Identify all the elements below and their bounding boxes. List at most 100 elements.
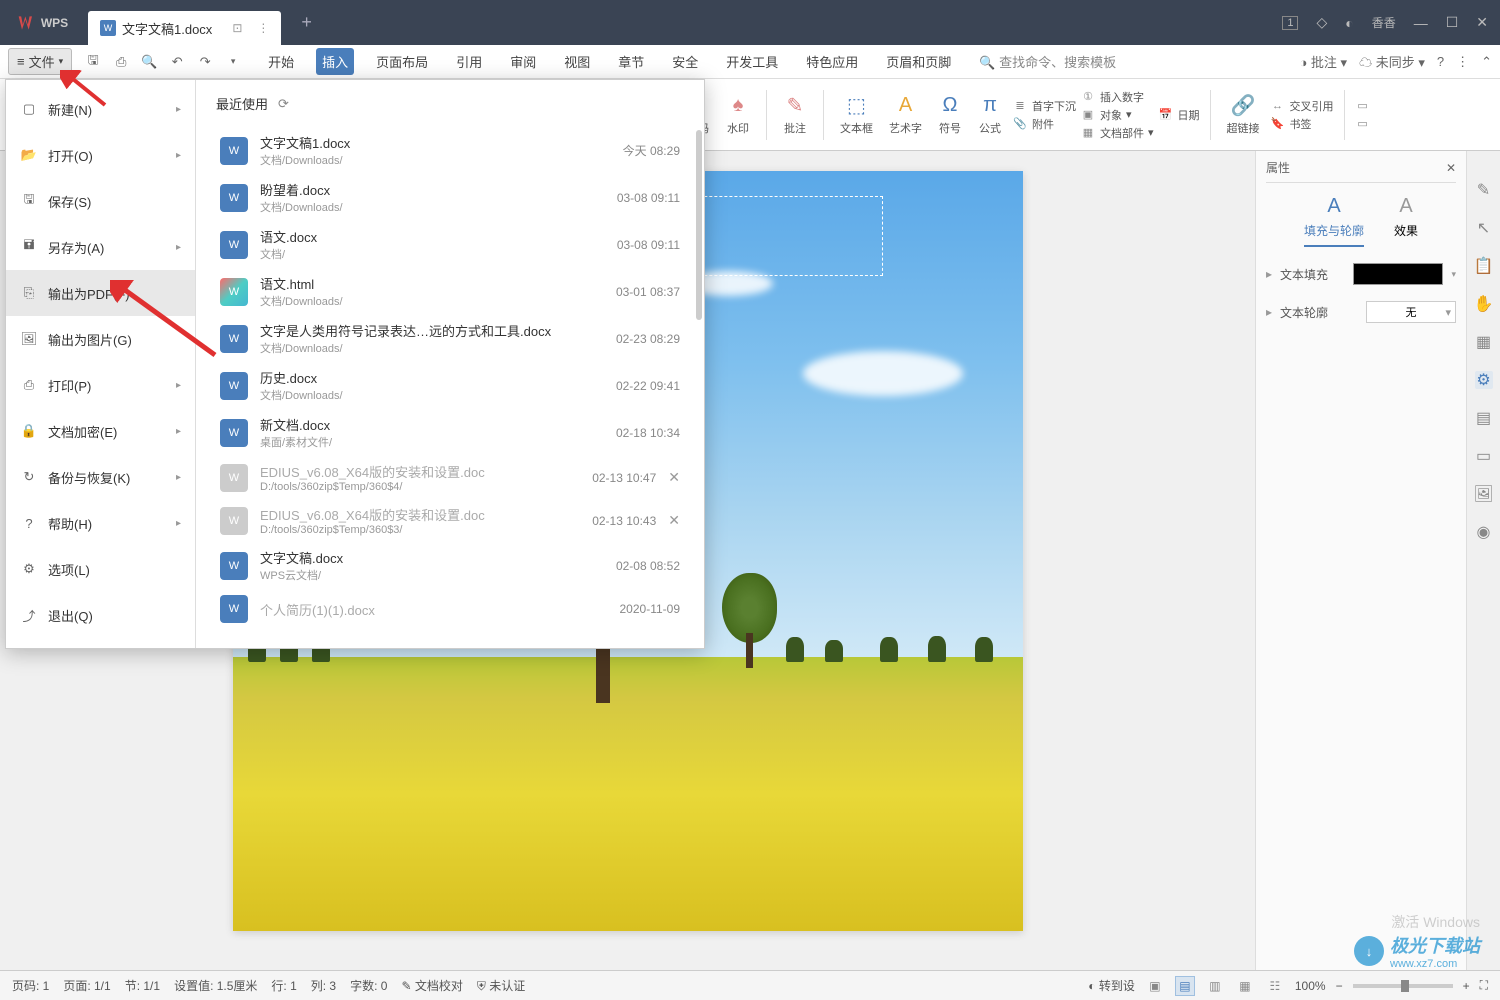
menu-layout[interactable]: 页面布局	[370, 48, 434, 75]
maximize-button[interactable]: ☐	[1446, 14, 1459, 31]
minimize-button[interactable]: —	[1414, 15, 1428, 31]
wps-logo[interactable]: WPS	[5, 7, 80, 39]
status-topic[interactable]: ◐ 转到设	[1088, 977, 1135, 994]
print-icon[interactable]: ⎙	[112, 53, 130, 71]
status-cert[interactable]: ⛨ 未认证	[477, 977, 525, 994]
recent-file-item[interactable]: WEDIUS_v6.08_X64版的安装和设置.docD:/tools/360z…	[216, 456, 684, 499]
recent-file-item[interactable]: W语文.docx文档/03-08 09:11	[216, 221, 684, 268]
ribbon-wordart[interactable]: A艺术字	[883, 92, 928, 138]
file-menu-item-exit[interactable]: ⤴退出(Q)	[6, 592, 195, 638]
recent-file-item[interactable]: W个人简历(1)(1).docx2020-11-09	[216, 589, 684, 629]
file-menu-item-settings[interactable]: ⚙选项(L)	[6, 546, 195, 592]
menu-view[interactable]: 视图	[558, 48, 596, 75]
tab-more-icon[interactable]: ⋮	[257, 21, 269, 35]
badge-icon[interactable]: 1	[1282, 16, 1298, 30]
close-button[interactable]: ✕	[1476, 14, 1488, 31]
status-words[interactable]: 字数: 0	[350, 977, 387, 994]
ribbon-date[interactable]: 📅日期	[1158, 107, 1200, 123]
remove-recent-icon[interactable]: ✕	[668, 469, 680, 486]
ribbon-annotate[interactable]: ✎批注	[777, 92, 813, 138]
ribbon-formula[interactable]: π公式	[972, 92, 1008, 138]
new-tab-button[interactable]: +	[301, 12, 312, 33]
recent-file-item[interactable]: W文字文稿1.docx文档/Downloads/今天 08:29	[216, 127, 684, 174]
ribbon-dropcap[interactable]: ≣首字下沉	[1012, 98, 1076, 114]
recent-file-item[interactable]: WEDIUS_v6.08_X64版的安装和设置.docD:/tools/360z…	[216, 499, 684, 542]
annotate-toggle[interactable]: ◑ 批注 ▾	[1299, 52, 1347, 71]
preview-icon[interactable]: 🔍	[140, 53, 158, 71]
view-mode-1[interactable]: ▣	[1145, 976, 1165, 996]
menu-start[interactable]: 开始	[262, 48, 300, 75]
recent-file-item[interactable]: W盼望着.docx文档/Downloads/03-08 09:11	[216, 174, 684, 221]
file-menu-item-image[interactable]: 🖼输出为图片(G)	[6, 316, 195, 362]
ribbon-watermark[interactable]: ♠水印	[720, 92, 756, 138]
help-icon[interactable]: ?	[1437, 54, 1444, 69]
status-col[interactable]: 列: 3	[311, 977, 336, 994]
scrollbar[interactable]	[696, 130, 702, 320]
status-section[interactable]: 节: 1/1	[125, 977, 160, 994]
undo-icon[interactable]: ↶	[168, 53, 186, 71]
menu-search[interactable]: 🔍 查找命令、搜索模板	[973, 48, 1122, 75]
refresh-icon[interactable]: ⟳	[278, 96, 289, 112]
ribbon-opt2[interactable]: ▭	[1355, 116, 1371, 132]
tab-effect[interactable]: A 效果	[1394, 195, 1418, 247]
pencil-tool-icon[interactable]: ✎	[1475, 181, 1493, 199]
zoom-value[interactable]: 100%	[1295, 979, 1326, 993]
cloud-tool-icon[interactable]: ◉	[1475, 523, 1493, 541]
tab-sync-icon[interactable]: ⊡	[232, 21, 242, 35]
menu-insert[interactable]: 插入	[316, 48, 354, 75]
menu-references[interactable]: 引用	[450, 48, 488, 75]
fill-color-swatch[interactable]	[1353, 263, 1443, 285]
zoom-in[interactable]: +	[1463, 979, 1470, 993]
status-pagenum[interactable]: 页码: 1	[12, 977, 49, 994]
grid-tool-icon[interactable]: ▦	[1475, 333, 1493, 351]
adjust-tool-icon[interactable]: ⚙	[1475, 371, 1493, 389]
menu-review[interactable]: 审阅	[504, 48, 542, 75]
fill-dropdown-icon[interactable]: ▾	[1451, 269, 1456, 280]
outline-select[interactable]: 无	[1366, 301, 1456, 323]
file-menu-item-open[interactable]: 📂打开(O)▸	[6, 132, 195, 178]
menu-section[interactable]: 章节	[612, 48, 650, 75]
qat-more-icon[interactable]: ▾	[224, 53, 242, 71]
sync-status[interactable]: ☁ 未同步 ▾	[1359, 52, 1425, 71]
menu-headerfooter[interactable]: 页眉和页脚	[880, 48, 957, 75]
file-menu-item-lock[interactable]: 🔒文档加密(E)▸	[6, 408, 195, 454]
file-menu-item-print[interactable]: ⎙打印(P)▸	[6, 362, 195, 408]
layers-tool-icon[interactable]: ▤	[1475, 409, 1493, 427]
ribbon-textbox[interactable]: ⬚文本框	[834, 92, 879, 138]
ribbon-hyperlink[interactable]: 🔗超链接	[1221, 92, 1266, 138]
ribbon-bookmark[interactable]: 🔖书签	[1270, 116, 1334, 132]
view-mode-4[interactable]: ▦	[1235, 976, 1255, 996]
zoom-slider[interactable]	[1353, 984, 1453, 988]
clipboard-tool-icon[interactable]: 📋	[1475, 257, 1493, 275]
ribbon-symbol[interactable]: Ω符号	[932, 92, 968, 138]
view-mode-5[interactable]: ☷	[1265, 976, 1285, 996]
file-menu-item-saveas[interactable]: 🖬另存为(A)▸	[6, 224, 195, 270]
menu-features[interactable]: 特色应用	[800, 48, 864, 75]
file-menu-item-help[interactable]: ?帮助(H)▸	[6, 500, 195, 546]
recent-file-item[interactable]: W语文.html文档/Downloads/03-01 08:37	[216, 268, 684, 315]
status-position[interactable]: 设置值: 1.5厘米	[174, 977, 257, 994]
menu-devtools[interactable]: 开发工具	[720, 48, 784, 75]
ribbon-attach[interactable]: 📎附件	[1012, 116, 1076, 132]
recent-file-item[interactable]: W历史.docx文档/Downloads/02-22 09:41	[216, 362, 684, 409]
fullscreen-icon[interactable]: ⛶	[1480, 978, 1488, 993]
remove-recent-icon[interactable]: ✕	[668, 512, 680, 529]
user-name[interactable]: 香香	[1372, 14, 1396, 31]
recent-file-item[interactable]: W文字文稿.docxWPS云文档/02-08 08:52	[216, 542, 684, 589]
expand-outline-icon[interactable]: ▸	[1266, 305, 1272, 319]
status-page[interactable]: 页面: 1/1	[63, 977, 110, 994]
ribbon-docparts[interactable]: ▦文档部件 ▾	[1080, 125, 1154, 141]
file-button[interactable]: ≡ 文件 ▾	[8, 48, 72, 75]
file-menu-item-save[interactable]: 🖫保存(S)	[6, 178, 195, 224]
recent-file-item[interactable]: W新文档.docx桌面/素材文件/02-18 10:34	[216, 409, 684, 456]
expand-icon[interactable]: ⌃	[1481, 54, 1492, 70]
ribbon-opt1[interactable]: ▭	[1355, 98, 1371, 114]
status-proof[interactable]: ✎ 文档校对	[401, 977, 462, 994]
theme-icon[interactable]: ◇	[1316, 14, 1327, 31]
hand-tool-icon[interactable]: ✋	[1475, 295, 1493, 313]
outline-tool-icon[interactable]: ▭	[1475, 447, 1493, 465]
save-icon[interactable]: 🖫	[84, 53, 102, 71]
recent-file-item[interactable]: W文字是人类用符号记录表达…远的方式和工具.docx文档/Downloads/0…	[216, 315, 684, 362]
view-mode-2[interactable]: ▤	[1175, 976, 1195, 996]
ribbon-insertnum[interactable]: ①插入数字	[1080, 89, 1154, 105]
